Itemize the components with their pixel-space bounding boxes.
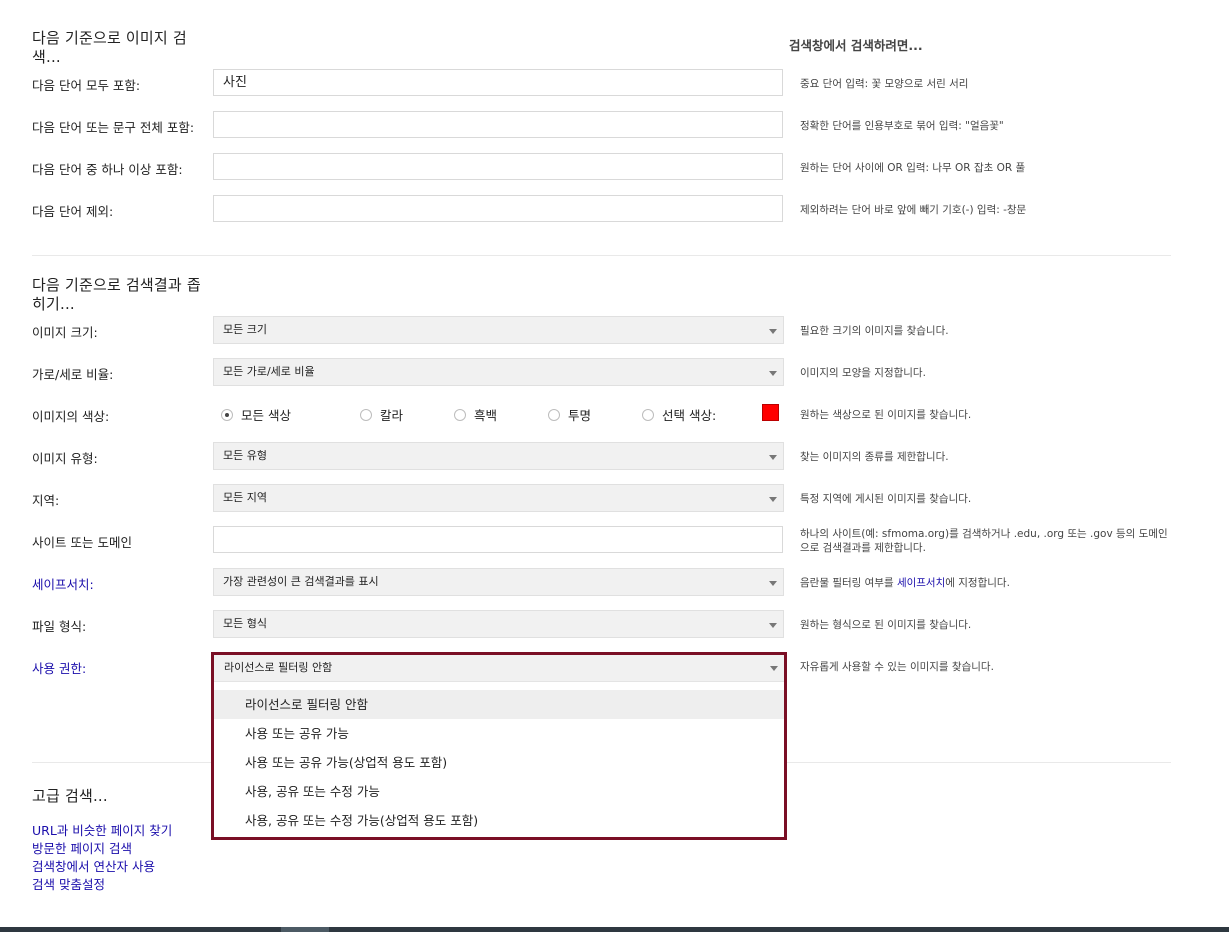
site-hint: 하나의 사이트(예: sfmoma.org)를 검색하거나 .edu, .org… (800, 528, 1168, 554)
chevron-down-icon (770, 666, 778, 671)
file-type-value: 모든 형식 (223, 617, 267, 630)
image-size-select[interactable]: 모든 크기 (213, 316, 784, 344)
exclude-words-hint: 제외하려는 단어 바로 앞에 빼기 기호(-) 입력: -창문 (800, 204, 1027, 216)
color-radio-custom[interactable]: 선택 색상: (642, 405, 716, 424)
rights-option[interactable]: 사용 또는 공유 가능(상업적 용도 포함) (214, 748, 784, 777)
usage-rights-value: 라이선스로 필터링 안함 (224, 661, 333, 674)
any-words-label: 다음 단어 중 하나 이상 포함: (32, 162, 183, 177)
exclude-words-label: 다음 단어 제외: (32, 204, 114, 219)
rights-option[interactable]: 라이선스로 필터링 안함 (214, 690, 784, 719)
any-words-input[interactable] (213, 153, 783, 180)
safesearch-hint-link[interactable]: 세이프서치 (897, 577, 945, 589)
aspect-ratio-label: 가로/세로 비율: (32, 367, 114, 382)
radio-checked-icon (221, 408, 233, 421)
exclude-words-input[interactable] (213, 195, 783, 222)
taskbar (0, 927, 1229, 932)
radio-icon (642, 408, 654, 421)
safesearch-value: 가장 관련성이 큰 검색결과를 표시 (223, 575, 379, 588)
file-type-label: 파일 형식: (32, 619, 87, 634)
all-words-input[interactable]: 사진 (213, 69, 783, 96)
aspect-ratio-hint: 이미지의 모양을 지정합니다. (800, 367, 926, 379)
safesearch-hint: 음란물 필터링 여부를 세이프서치에 지정합니다. (800, 576, 1170, 590)
exact-phrase-hint: 정확한 단어를 인용부호로 묶어 입력: "얼음꽃" (800, 120, 1004, 132)
advanced-title: 고급 검색... (32, 787, 108, 805)
safesearch-link[interactable]: 세이프서치: (32, 574, 94, 593)
chevron-down-icon (769, 371, 777, 376)
region-select[interactable]: 모든 지역 (213, 484, 784, 512)
color-radio-bw[interactable]: 흑백 (454, 405, 497, 424)
chevron-down-icon (769, 497, 777, 502)
usage-rights-dropdown[interactable]: 라이선스로 필터링 안함 라이선스로 필터링 안함 사용 또는 공유 가능 사용… (211, 652, 787, 840)
visited-pages-link[interactable]: 방문한 페이지 검색 (32, 840, 132, 858)
region-hint: 특정 지역에 게시된 이미지를 찾습니다. (800, 493, 972, 505)
region-label: 지역: (32, 493, 60, 508)
chevron-down-icon (769, 623, 777, 628)
all-words-label: 다음 단어 모두 포함: (32, 78, 141, 93)
safesearch-select[interactable]: 가장 관련성이 큰 검색결과를 표시 (213, 568, 784, 596)
image-type-value: 모든 유형 (223, 449, 267, 462)
color-option-label: 칼라 (380, 408, 404, 423)
color-hint: 원하는 색상으로 된 이미지를 찾습니다. (800, 409, 972, 421)
rights-option[interactable]: 사용 또는 공유 가능 (214, 719, 784, 748)
usage-rights-select[interactable]: 라이선스로 필터링 안함 (214, 655, 784, 682)
color-option-label: 모든 색상 (241, 408, 291, 423)
search-section-title: 다음 기준으로 이미지 검색... (32, 29, 187, 66)
aspect-ratio-select[interactable]: 모든 가로/세로 비율 (213, 358, 784, 386)
radio-icon (360, 408, 372, 421)
color-option-label: 흑백 (474, 408, 498, 423)
radio-icon (454, 408, 466, 421)
image-size-value: 모든 크기 (223, 323, 267, 336)
search-settings-link[interactable]: 검색 맞춤설정 (32, 876, 105, 894)
image-size-label: 이미지 크기: (32, 325, 98, 340)
any-words-hint: 원하는 단어 사이에 OR 입력: 나무 OR 잡초 OR 풀 (800, 162, 1026, 174)
operators-link[interactable]: 검색창에서 연산자 사용 (32, 858, 155, 876)
color-radio-any[interactable]: 모든 색상 (221, 405, 291, 424)
taskbar-highlight (281, 927, 329, 932)
file-type-hint: 원하는 형식으로 된 이미지를 찾습니다. (800, 619, 972, 631)
image-type-hint: 찾는 이미지의 종류를 제한합니다. (800, 451, 949, 463)
color-option-label: 선택 색상: (662, 408, 717, 423)
image-type-select[interactable]: 모든 유형 (213, 442, 784, 470)
color-swatch[interactable] (762, 404, 779, 421)
color-radio-transparent[interactable]: 투명 (548, 405, 591, 424)
color-radio-full[interactable]: 칼라 (360, 405, 403, 424)
usage-rights-hint: 자유롭게 사용할 수 있는 이미지를 찾습니다. (800, 661, 994, 673)
rights-option[interactable]: 사용, 공유 또는 수정 가능 (214, 777, 784, 806)
exact-phrase-label: 다음 단어 또는 문구 전체 포함: (32, 120, 195, 135)
narrow-section-title: 다음 기준으로 검색결과 좁히기... (32, 276, 201, 313)
section-divider (32, 255, 1171, 256)
color-label: 이미지의 색상: (32, 409, 110, 424)
safesearch-hint-text: 에 지정합니다. (945, 577, 1010, 589)
file-type-select[interactable]: 모든 형식 (213, 610, 784, 638)
safesearch-hint-text: 음란물 필터링 여부를 (800, 577, 897, 589)
chevron-down-icon (769, 581, 777, 586)
site-input[interactable] (213, 526, 783, 553)
chevron-down-icon (769, 455, 777, 460)
color-option-label: 투명 (568, 408, 592, 423)
site-label: 사이트 또는 도메인 (32, 535, 132, 550)
chevron-down-icon (769, 329, 777, 334)
exact-phrase-input[interactable] (213, 111, 783, 138)
region-value: 모든 지역 (223, 491, 267, 504)
rights-option[interactable]: 사용, 공유 또는 수정 가능(상업적 용도 포함) (214, 806, 784, 835)
aspect-ratio-value: 모든 가로/세로 비율 (223, 365, 315, 378)
image-size-hint: 필요한 크기의 이미지를 찾습니다. (800, 325, 949, 337)
image-type-label: 이미지 유형: (32, 451, 98, 466)
similar-url-link[interactable]: URL과 비슷한 페이지 찾기 (32, 822, 172, 840)
hint-heading: 검색창에서 검색하려면... (789, 38, 923, 53)
usage-rights-link[interactable]: 사용 권한: (32, 658, 86, 677)
radio-icon (548, 408, 560, 421)
all-words-hint: 중요 단어 입력: 꽃 모양으로 서린 서리 (800, 78, 969, 90)
